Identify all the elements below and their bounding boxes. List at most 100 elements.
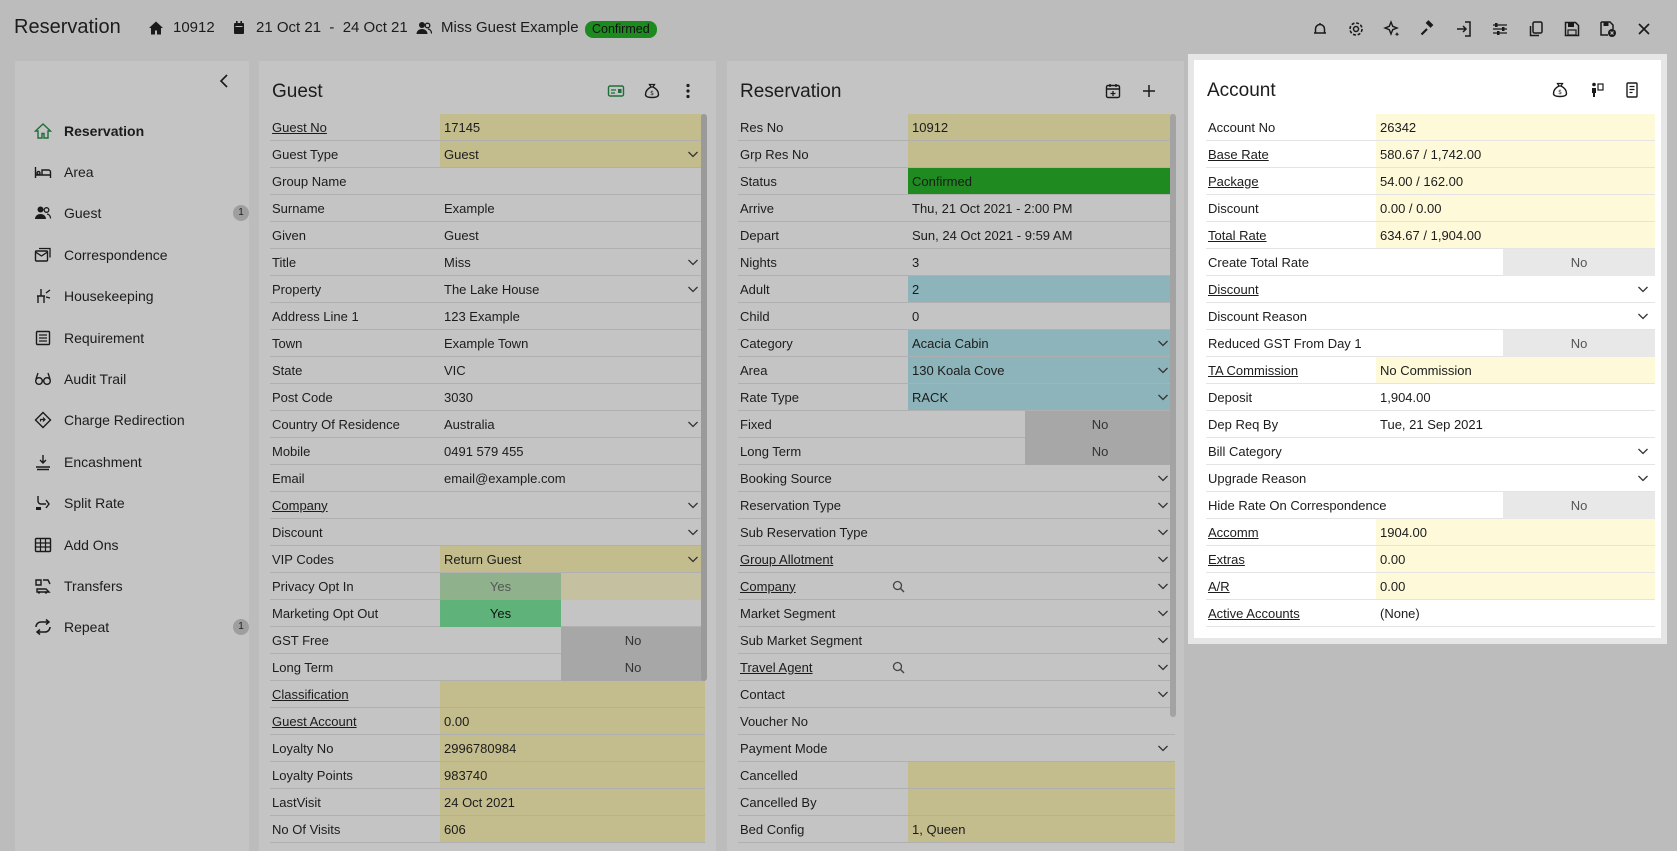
receipt-icon[interactable] xyxy=(1614,80,1650,100)
sidebar-item-audit-trail[interactable]: Audit Trail xyxy=(33,358,249,399)
field-value[interactable]: 26342 xyxy=(1376,114,1655,140)
close-icon[interactable] xyxy=(1626,18,1662,40)
sidebar-item-encashment[interactable]: Encashment xyxy=(33,441,249,482)
field-label[interactable]: TA Commission xyxy=(1206,357,1376,383)
field-value[interactable]: The Lake House xyxy=(440,276,705,302)
field-label[interactable]: Extras xyxy=(1206,546,1376,572)
field-label[interactable]: Accomm xyxy=(1206,519,1376,545)
field-value[interactable] xyxy=(892,573,1175,599)
field-value[interactable]: 2 xyxy=(908,276,1175,302)
field-label[interactable]: Group Allotment xyxy=(738,546,908,572)
field-value[interactable] xyxy=(892,654,1175,680)
search-icon[interactable] xyxy=(892,661,905,674)
field-value[interactable]: Guest xyxy=(440,222,705,248)
field-value[interactable]: Miss xyxy=(440,249,705,275)
toggle-no[interactable]: No xyxy=(1025,438,1175,465)
gavel-icon[interactable] xyxy=(1410,18,1446,40)
field-value[interactable]: 0.00 / 0.00 xyxy=(1376,195,1655,221)
sidebar-item-correspondence[interactable]: Correspondence xyxy=(33,234,249,275)
search-icon[interactable] xyxy=(892,580,905,593)
field-label[interactable]: Guest No xyxy=(270,114,440,140)
collapse-chevron-icon[interactable] xyxy=(217,73,233,89)
sidebar-item-guest[interactable]: Guest 1 xyxy=(33,193,249,234)
field-value[interactable]: 580.67 / 1,742.00 xyxy=(1376,141,1655,167)
field-value[interactable]: 0 xyxy=(908,303,1175,329)
field-label[interactable]: Travel Agent xyxy=(738,654,908,680)
sidebar-item-add-ons[interactable]: Add Ons xyxy=(33,524,249,565)
field-label[interactable]: Total Rate xyxy=(1206,222,1376,248)
field-value[interactable]: Tue, 21 Sep 2021 xyxy=(1376,411,1655,437)
guest-card-icon[interactable] xyxy=(598,81,634,101)
toggle-yes[interactable]: Yes xyxy=(440,573,561,600)
field-value[interactable] xyxy=(908,735,1175,761)
field-value[interactable] xyxy=(908,789,1175,815)
field-value[interactable]: 634.67 / 1,904.00 xyxy=(1376,222,1655,248)
field-label[interactable]: Active Accounts xyxy=(1206,600,1376,626)
field-value[interactable] xyxy=(1376,303,1655,329)
field-value[interactable]: 17145 xyxy=(440,114,705,140)
more-vert-icon[interactable] xyxy=(670,81,706,101)
field-value[interactable]: 130 Koala Cove xyxy=(908,357,1175,383)
field-value[interactable]: 123 Example xyxy=(440,303,705,329)
cashier-icon[interactable] xyxy=(1578,80,1614,100)
field-label[interactable]: Guest Account xyxy=(270,708,440,734)
field-value[interactable]: (None) xyxy=(1376,600,1655,626)
field-value[interactable]: 3 xyxy=(908,249,1175,275)
toggle-no[interactable]: No xyxy=(1503,330,1655,357)
field-value[interactable] xyxy=(1376,438,1655,464)
field-value[interactable]: Acacia Cabin xyxy=(908,330,1175,356)
field-value[interactable] xyxy=(440,681,705,707)
field-value[interactable]: Example Town xyxy=(440,330,705,356)
field-value[interactable] xyxy=(908,465,1175,491)
field-value[interactable] xyxy=(908,681,1175,707)
bell-icon[interactable] xyxy=(1302,18,1338,40)
field-value[interactable] xyxy=(440,492,705,518)
field-value[interactable]: 1,904.00 xyxy=(1376,384,1655,410)
field-value[interactable]: Example xyxy=(440,195,705,221)
toggle-no-slot[interactable] xyxy=(561,573,705,600)
field-value[interactable]: Guest xyxy=(440,141,705,167)
field-label[interactable]: Company xyxy=(270,492,440,518)
field-value[interactable]: Thu, 21 Oct 2021 - 2:00 PM xyxy=(908,195,1175,221)
field-value[interactable] xyxy=(1376,276,1655,302)
field-value[interactable]: 10912 xyxy=(908,114,1175,140)
field-value[interactable]: Sun, 24 Oct 2021 - 9:59 AM xyxy=(908,222,1175,248)
field-value[interactable]: 983740 xyxy=(440,762,705,788)
toggle-no[interactable]: No xyxy=(1503,249,1655,276)
sidebar-item-requirement[interactable]: Requirement xyxy=(33,317,249,358)
add-icon[interactable] xyxy=(1131,81,1167,101)
field-value[interactable]: No Commission xyxy=(1376,357,1655,383)
toggle-no[interactable]: No xyxy=(561,654,705,681)
sidebar-item-transfers[interactable]: Transfers xyxy=(33,565,249,606)
field-value[interactable]: Confirmed xyxy=(908,168,1175,194)
calendar-add-icon[interactable] xyxy=(1095,81,1131,101)
toggle-no[interactable]: No xyxy=(561,627,705,654)
field-label[interactable]: Discount xyxy=(1206,276,1376,302)
field-value[interactable]: email@example.com xyxy=(440,465,705,491)
field-value[interactable] xyxy=(908,627,1175,653)
field-value[interactable] xyxy=(908,492,1175,518)
sliders-icon[interactable] xyxy=(1482,18,1518,40)
field-value[interactable] xyxy=(908,600,1175,626)
save-icon[interactable] xyxy=(1554,18,1590,40)
sidebar-item-reservation[interactable]: Reservation xyxy=(33,110,249,151)
copy-icon[interactable] xyxy=(1518,18,1554,40)
field-value[interactable]: 1904.00 xyxy=(1376,519,1655,545)
field-value[interactable]: 24 Oct 2021 xyxy=(440,789,705,815)
field-label[interactable]: Company xyxy=(738,573,908,599)
reservation-scrollbar[interactable] xyxy=(1170,114,1176,717)
field-value[interactable]: 0491 579 455 xyxy=(440,438,705,464)
field-value[interactable] xyxy=(908,546,1175,572)
field-value[interactable]: 3030 xyxy=(440,384,705,410)
sidebar-item-split-rate[interactable]: Split Rate xyxy=(33,483,249,524)
toggle-yes[interactable]: Yes xyxy=(440,600,561,627)
field-value[interactable] xyxy=(440,519,705,545)
field-value[interactable] xyxy=(908,141,1175,167)
check-in-icon[interactable] xyxy=(1446,18,1482,40)
field-value[interactable] xyxy=(908,708,1175,734)
save-close-icon[interactable] xyxy=(1590,18,1626,40)
field-value[interactable] xyxy=(1376,465,1655,491)
field-value[interactable]: 2996780984 xyxy=(440,735,705,761)
money-bag-icon[interactable]: $ xyxy=(1542,80,1578,100)
field-value[interactable]: RACK xyxy=(908,384,1175,410)
